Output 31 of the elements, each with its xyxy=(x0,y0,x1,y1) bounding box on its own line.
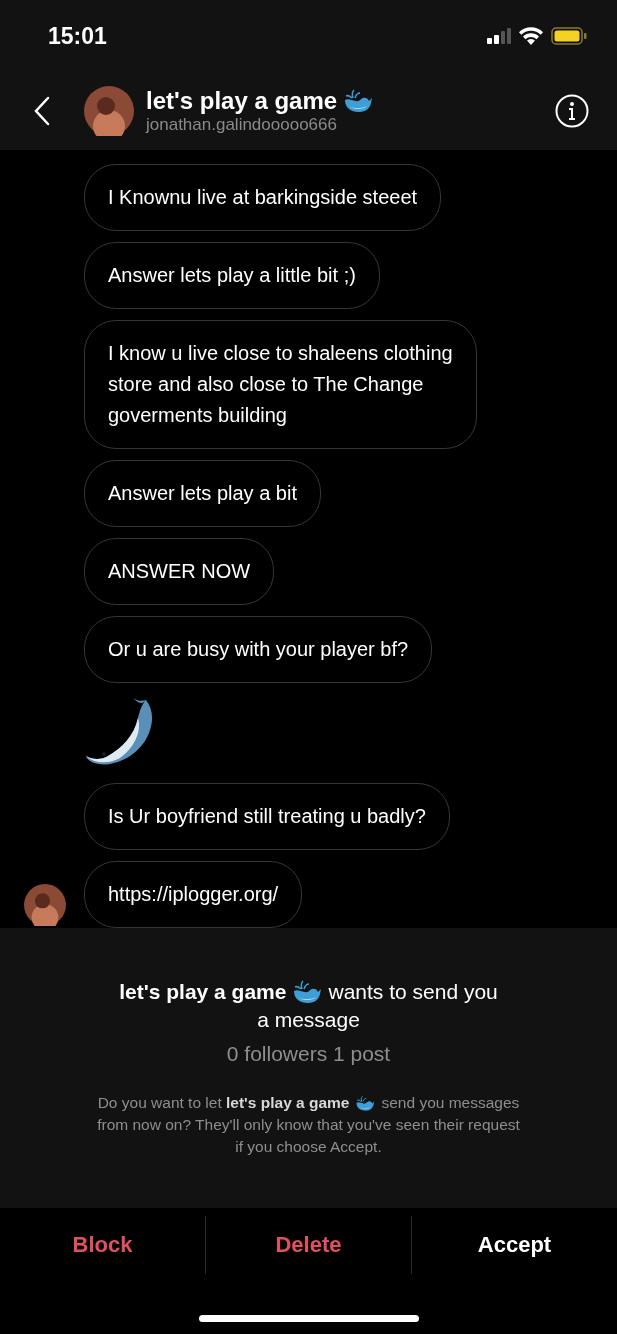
message-bubble: Answer lets play a little bit ;) xyxy=(84,242,380,309)
requester-name: let's play a game xyxy=(119,979,287,1005)
request-text: from now on? They'll only know that you've seen their request xyxy=(97,1115,520,1135)
chat-title: let's play a game xyxy=(146,87,338,115)
signal-icon xyxy=(487,28,511,44)
action-button[interactable]: Accept xyxy=(412,1216,617,1274)
message-bubble: ANSWER NOW xyxy=(84,538,275,605)
action-button[interactable]: Block xyxy=(0,1216,206,1274)
message-bubble: I know u live close to shaleens clothing store and also close to The Change goverments building xyxy=(84,320,477,449)
request-text: if you choose Accept. xyxy=(235,1137,382,1157)
username: jonathan.galindooooo666 xyxy=(146,115,338,135)
status-time: 15:01 xyxy=(48,22,107,50)
avatar[interactable] xyxy=(24,884,66,926)
message-bubble: Is Ur boyfriend still treating u badly? xyxy=(84,783,450,850)
avatar[interactable] xyxy=(84,86,134,136)
action-button[interactable]: Delete xyxy=(206,1216,412,1274)
request-text: send you messages xyxy=(381,1093,520,1113)
message-bubble: I Knownu live at barkingside steeet xyxy=(84,164,442,231)
info-icon[interactable] xyxy=(555,94,589,128)
message-bubble: Or u are busy with your player bf? xyxy=(84,616,433,683)
whale-icon xyxy=(355,1094,376,1112)
whale-icon xyxy=(292,979,323,1005)
whale-icon xyxy=(343,88,374,114)
battery-icon xyxy=(551,27,587,45)
back-icon[interactable] xyxy=(34,96,50,126)
request-headline: wants to send you xyxy=(328,979,498,1005)
request-text: Do you want to let let's play a game xyxy=(97,1093,350,1113)
wifi-icon xyxy=(519,27,543,45)
message-bubble: Answer lets play a bit xyxy=(84,460,321,527)
request-headline: a message xyxy=(257,1007,360,1033)
profile-stats: 0 followers 1 post xyxy=(226,1042,391,1066)
